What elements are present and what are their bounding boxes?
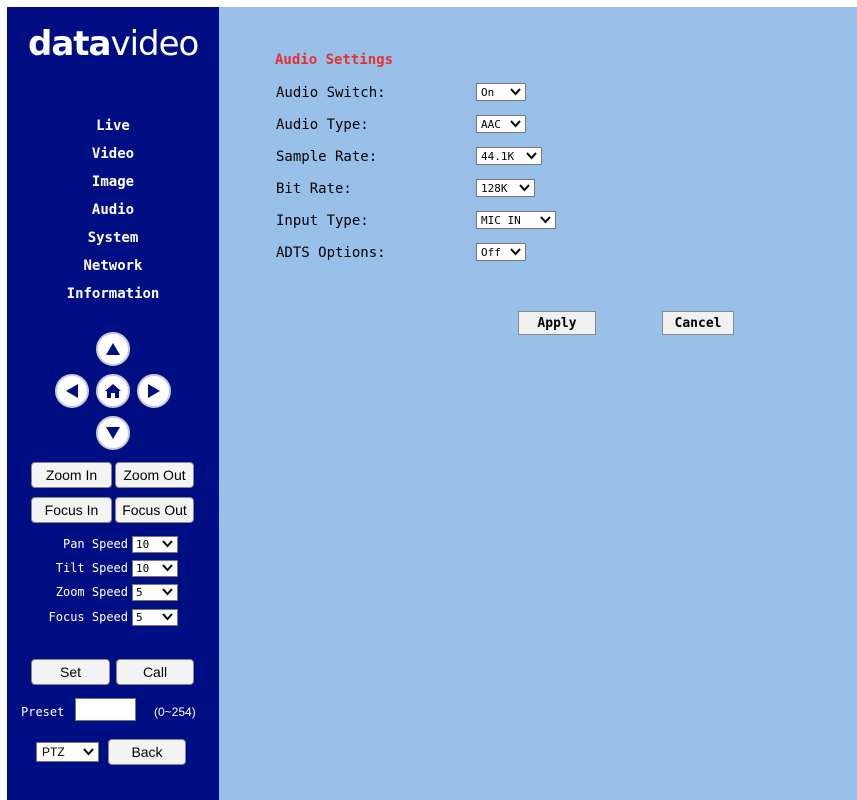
datavideo-logo: datavideo: [28, 24, 199, 64]
mode-select[interactable]: PTZ: [36, 742, 99, 762]
call-preset-button[interactable]: Call: [116, 659, 194, 685]
chevron-down-icon: [162, 613, 173, 621]
arrow-left-icon: [66, 384, 78, 398]
pan-speed-select[interactable]: 10: [132, 536, 178, 553]
page-title: Audio Settings: [275, 52, 394, 68]
pan-down-button[interactable]: [96, 416, 130, 450]
audio-switch-label: Audio Switch:: [276, 85, 386, 101]
bit-rate-label: Bit Rate:: [276, 181, 352, 197]
arrow-down-icon: [106, 427, 120, 439]
nav-item-video[interactable]: Video: [7, 146, 219, 162]
nav-item-live[interactable]: Live: [7, 118, 219, 134]
chevron-down-icon: [540, 216, 551, 224]
focus-speed-label: Focus Speed: [48, 610, 128, 624]
arrow-right-icon: [148, 384, 160, 398]
chevron-down-icon: [519, 184, 530, 192]
pan-speed-label: Pan Speed: [62, 537, 128, 551]
chevron-down-icon: [162, 564, 173, 572]
tilt-speed-label: Tilt Speed: [55, 561, 128, 575]
pan-up-button[interactable]: [96, 332, 130, 366]
home-button[interactable]: [96, 374, 130, 408]
set-preset-button[interactable]: Set: [31, 659, 110, 685]
chevron-down-icon: [526, 152, 537, 160]
pan-left-button[interactable]: [55, 374, 89, 408]
input-type-label: Input Type:: [276, 213, 369, 229]
adts-options-select[interactable]: Off: [476, 243, 526, 261]
preset-range-text: (0~254): [154, 705, 196, 719]
nav-item-image[interactable]: Image: [7, 174, 219, 190]
nav-item-network[interactable]: Network: [7, 258, 219, 274]
audio-type-select[interactable]: AAC: [476, 115, 526, 133]
focus-speed-select[interactable]: 5: [132, 609, 178, 626]
sample-rate-select[interactable]: 44.1K: [476, 147, 542, 165]
cancel-button[interactable]: Cancel: [662, 311, 734, 335]
chevron-down-icon: [510, 248, 521, 256]
audio-type-label: Audio Type:: [276, 117, 369, 133]
home-icon: [105, 384, 121, 398]
nav-item-information[interactable]: Information: [7, 286, 219, 302]
preset-input[interactable]: [75, 698, 136, 721]
focus-in-button[interactable]: Focus In: [31, 497, 112, 523]
zoom-speed-label: Zoom Speed: [55, 585, 128, 599]
zoom-in-button[interactable]: Zoom In: [31, 462, 112, 488]
back-button[interactable]: Back: [108, 739, 186, 765]
arrow-up-icon: [106, 343, 120, 355]
adts-options-label: ADTS Options:: [276, 245, 386, 261]
zoom-speed-select[interactable]: 5: [132, 584, 178, 601]
focus-out-button[interactable]: Focus Out: [115, 497, 194, 523]
audio-switch-select[interactable]: On: [476, 83, 526, 101]
apply-button[interactable]: Apply: [518, 311, 596, 335]
chevron-down-icon: [510, 120, 521, 128]
chevron-down-icon: [162, 588, 173, 596]
input-type-select[interactable]: MIC IN: [476, 211, 556, 229]
chevron-down-icon: [510, 88, 521, 96]
chevron-down-icon: [162, 540, 173, 548]
bit-rate-select[interactable]: 128K: [476, 179, 535, 197]
nav-item-system[interactable]: System: [7, 230, 219, 246]
pan-right-button[interactable]: [137, 374, 171, 408]
zoom-out-button[interactable]: Zoom Out: [115, 462, 194, 488]
tilt-speed-select[interactable]: 10: [132, 560, 178, 577]
nav-item-audio[interactable]: Audio: [7, 202, 219, 218]
chevron-down-icon: [83, 748, 94, 756]
sample-rate-label: Sample Rate:: [276, 149, 378, 165]
preset-label: Preset: [21, 705, 65, 719]
